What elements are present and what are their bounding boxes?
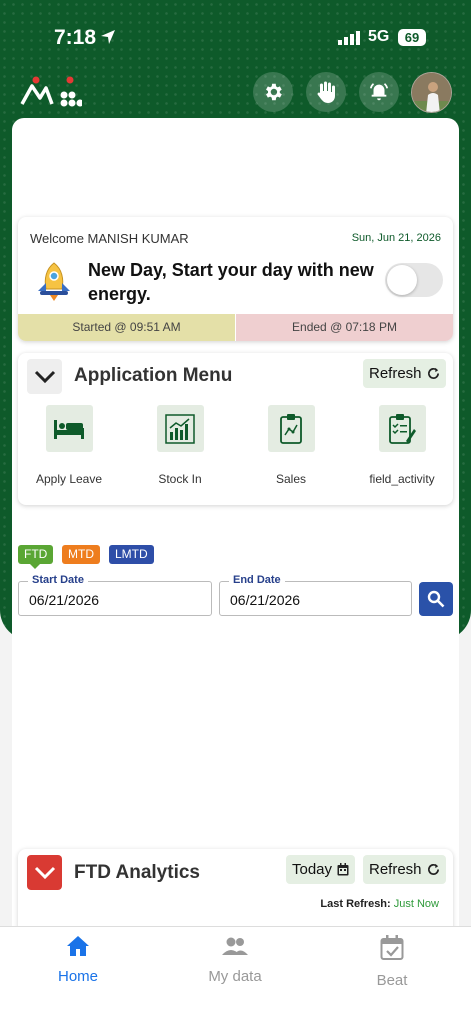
- collapse-menu-button[interactable]: [27, 359, 62, 394]
- settings-button[interactable]: [253, 72, 293, 112]
- avatar[interactable]: [411, 72, 452, 113]
- checklist-icon: [378, 405, 426, 452]
- refresh-label: Refresh: [369, 365, 422, 382]
- chevron-down-icon: [34, 370, 55, 383]
- today-button[interactable]: Today: [286, 855, 356, 884]
- signal-icon: [338, 31, 360, 45]
- application-menu-title: Application Menu: [74, 365, 233, 386]
- hand-icon: [317, 81, 335, 103]
- refresh-icon: [427, 863, 439, 875]
- menu-item-label: Apply Leave: [35, 472, 103, 486]
- last-refresh-text: Last Refresh: Just Now: [320, 898, 439, 910]
- status-time: 7:18: [54, 26, 97, 49]
- end-date-label: End Date: [229, 574, 285, 586]
- menu-item-label: Stock In: [158, 472, 202, 486]
- last-refresh-value: Just Now: [393, 898, 439, 910]
- nav-item-beat[interactable]: Beat: [332, 935, 452, 989]
- toggle-knob: [387, 265, 417, 295]
- search-icon: [427, 590, 445, 608]
- menu-item-field-activity[interactable]: field_activity: [352, 405, 452, 486]
- gear-icon: [266, 83, 282, 101]
- bottom-navigation: Home My data Beat: [0, 926, 471, 1024]
- nav-label: My data: [208, 968, 262, 985]
- status-bar: 7:18 5G 69: [0, 22, 471, 56]
- current-date: Sun, Jun 21, 2026: [351, 232, 441, 244]
- start-date-value: 06/21/2026: [29, 592, 100, 608]
- ftd-filter-pill[interactable]: FTD: [18, 545, 54, 569]
- chevron-down-icon: [34, 866, 55, 879]
- menu-item-stock-in[interactable]: Stock In: [130, 405, 230, 486]
- people-icon: [222, 937, 248, 955]
- started-time: Started @ 09:51 AM: [18, 314, 235, 341]
- welcome-card: Welcome MANISH KUMAR Sun, Jun 21, 2026 N…: [18, 217, 453, 341]
- nav-label: Beat: [376, 972, 408, 989]
- today-label: Today: [292, 861, 333, 878]
- menu-refresh-button[interactable]: Refresh: [363, 359, 446, 388]
- refresh-label: Refresh: [369, 861, 422, 878]
- nav-item-my-data[interactable]: My data: [175, 935, 295, 985]
- bed-icon: [45, 405, 93, 452]
- end-date-value: 06/21/2026: [230, 592, 301, 608]
- menu-item-label: Sales: [275, 472, 307, 486]
- menu-item-label: field_activity: [369, 472, 435, 486]
- refresh-icon: [427, 367, 439, 379]
- day-start-toggle[interactable]: [385, 263, 443, 297]
- analytics-title: FTD Analytics: [74, 862, 200, 883]
- network-type: 5G: [368, 28, 390, 45]
- start-date-field[interactable]: Start Date 06/21/2026: [18, 574, 212, 616]
- rocket-icon: [38, 262, 70, 301]
- location-arrow-icon: [101, 30, 115, 44]
- application-menu-card: Application Menu Refresh Apply Leave Sto…: [18, 353, 453, 505]
- clipboard-icon: [267, 405, 315, 452]
- lmtd-filter-pill[interactable]: LMTD: [109, 545, 154, 564]
- calendar-icon: [337, 863, 349, 876]
- brand-logo: [20, 76, 82, 107]
- mtd-filter-pill[interactable]: MTD: [62, 545, 100, 564]
- attendance-button[interactable]: [306, 72, 346, 112]
- battery-level: 69: [398, 29, 426, 46]
- collapse-analytics-button[interactable]: [27, 855, 62, 890]
- alarm-icon: [369, 83, 389, 101]
- chart-icon: [156, 405, 204, 452]
- end-date-field[interactable]: End Date 06/21/2026: [219, 574, 412, 616]
- calendar-check-icon: [380, 935, 404, 960]
- nav-item-home[interactable]: Home: [18, 935, 138, 985]
- nav-label: Home: [57, 968, 98, 985]
- notifications-button[interactable]: [359, 72, 399, 112]
- analytics-refresh-button[interactable]: Refresh: [363, 855, 446, 884]
- search-button[interactable]: [419, 582, 453, 616]
- last-refresh-label: Last Refresh:: [320, 898, 391, 910]
- home-icon: [67, 936, 89, 956]
- menu-item-sales[interactable]: Sales: [241, 405, 341, 486]
- ended-time: Ended @ 07:18 PM: [236, 314, 453, 341]
- menu-item-apply-leave[interactable]: Apply Leave: [19, 405, 119, 486]
- welcome-greeting: Welcome MANISH KUMAR: [30, 231, 189, 246]
- welcome-message: New Day, Start your day with new energy.: [88, 260, 374, 304]
- start-date-label: Start Date: [28, 574, 88, 586]
